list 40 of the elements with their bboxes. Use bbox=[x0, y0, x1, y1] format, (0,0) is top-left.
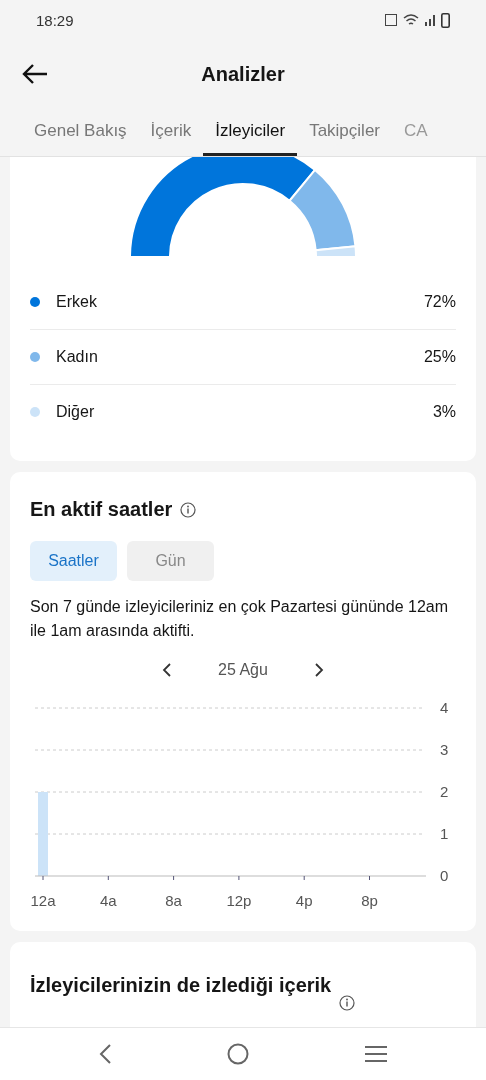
y-tick-label: 2 bbox=[440, 783, 449, 800]
wifi-icon bbox=[403, 14, 419, 26]
x-tick-label: 12p bbox=[226, 892, 252, 909]
legend-label: Kadın bbox=[56, 348, 99, 366]
back-nav-icon[interactable] bbox=[97, 1043, 112, 1065]
status-time: 18:29 bbox=[36, 11, 74, 29]
back-arrow-icon[interactable] bbox=[22, 64, 48, 84]
tab[interactable]: CA bbox=[392, 108, 428, 156]
summary-text: Son 7 günde izleyicileriniz en çok Pazartesi gününde 12am ile 1am arasında aktifti. bbox=[30, 597, 450, 641]
x-tick-label: 4p bbox=[295, 892, 313, 909]
legend-label: Diğer bbox=[56, 403, 96, 421]
signal-icon bbox=[425, 14, 435, 26]
y-tick-label: 4 bbox=[440, 699, 449, 716]
y-tick-label: 1 bbox=[440, 825, 449, 842]
info-icon[interactable] bbox=[180, 501, 197, 518]
y-tick-label: 3 bbox=[440, 741, 449, 758]
legend-label: Erkek bbox=[56, 293, 98, 311]
battery-icon bbox=[441, 12, 450, 28]
tab[interactable]: Takipçiler bbox=[297, 108, 392, 156]
tab[interactable]: Genel Bakış bbox=[22, 108, 139, 156]
legend-value: 3% bbox=[432, 403, 456, 421]
y-tick-label: 0 bbox=[440, 867, 449, 884]
menu-icon[interactable] bbox=[364, 1045, 389, 1063]
section-title: En aktif saatler bbox=[30, 498, 173, 521]
x-tick-label: 4a bbox=[99, 892, 117, 909]
x-tick-label: 8a bbox=[165, 892, 182, 909]
page-title: Analizler bbox=[201, 62, 285, 86]
legend-value: 25% bbox=[423, 348, 456, 366]
tab[interactable]: İçerik bbox=[138, 108, 204, 156]
chevron-left-icon[interactable] bbox=[162, 662, 173, 678]
home-nav-icon[interactable] bbox=[227, 1043, 249, 1065]
legend-value: 72% bbox=[423, 293, 456, 311]
x-tick-label: 12a bbox=[30, 892, 56, 909]
x-tick-label: 8p bbox=[361, 892, 378, 909]
segment-button[interactable]: Saatler bbox=[30, 541, 117, 581]
section-title: İzleyicilerinizin de izlediği içerik bbox=[30, 974, 332, 997]
chevron-right-icon[interactable] bbox=[313, 662, 324, 678]
info-icon[interactable] bbox=[339, 995, 356, 1011]
segment-button[interactable]: Gün bbox=[127, 541, 214, 581]
date-label: 25 Ağu bbox=[218, 661, 268, 679]
